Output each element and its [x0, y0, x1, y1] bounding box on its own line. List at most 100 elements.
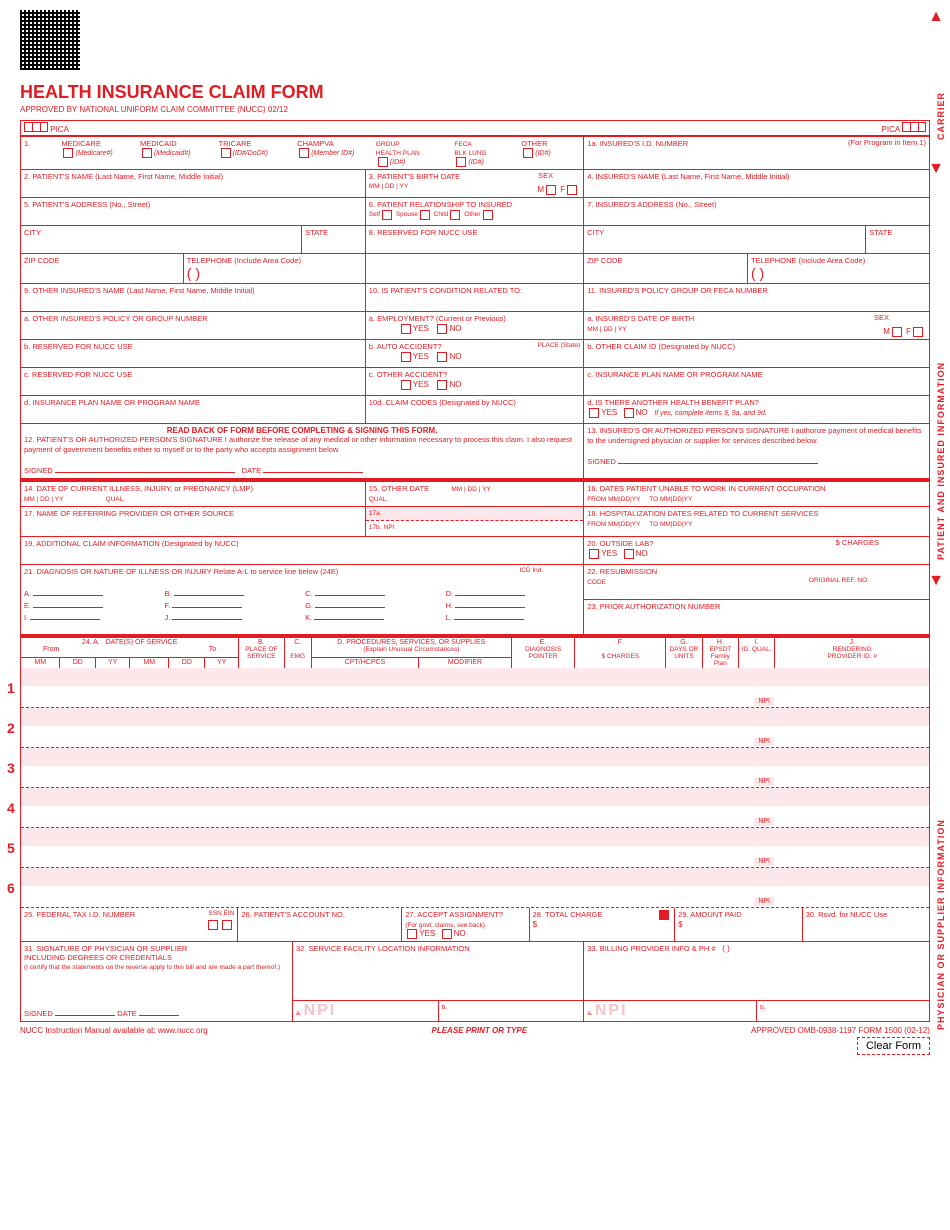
diag-F[interactable]: F.: [165, 598, 300, 610]
box-18[interactable]: 18. HOSPITALIZATION DATES RELATED TO CUR…: [584, 507, 930, 537]
clear-form-button[interactable]: Clear Form: [857, 1037, 930, 1055]
outlab-no[interactable]: [624, 549, 634, 559]
box-9d[interactable]: d. INSURANCE PLAN NAME OR PROGRAM NAME: [20, 396, 366, 424]
box-9[interactable]: 9. OTHER INSURED'S NAME (Last Name, Firs…: [20, 284, 366, 312]
box-10d[interactable]: 10d. CLAIM CODES (Designated by NUCC): [366, 396, 584, 424]
box-11[interactable]: 11. INSURED'S POLICY GROUP OR FECA NUMBE…: [584, 284, 930, 312]
diag-H[interactable]: H.: [446, 598, 581, 610]
box-5-state[interactable]: STATE: [302, 226, 366, 254]
diag-A[interactable]: A.: [24, 586, 159, 598]
otheracc-no[interactable]: [437, 380, 447, 390]
footer-right: APPROVED OMB-0938-1197 FORM 1500 (02-12): [751, 1026, 930, 1035]
box-26[interactable]: 26. PATIENT'S ACCOUNT NO.: [238, 908, 402, 941]
box-13[interactable]: 13. INSURED'S OR AUTHORIZED PERSON'S SIG…: [584, 424, 930, 479]
box-9a[interactable]: a. OTHER INSURED'S POLICY OR GROUP NUMBE…: [20, 312, 366, 340]
service-line-5[interactable]: 5NPI: [20, 828, 930, 868]
box-5-city[interactable]: CITY: [20, 226, 302, 254]
box-23[interactable]: 23. PRIOR AUTHORIZATION NUMBER: [584, 600, 930, 635]
box-7-city[interactable]: CITY: [584, 226, 866, 254]
service-line-4[interactable]: 4NPI: [20, 788, 930, 828]
diag-I[interactable]: I.: [24, 610, 159, 622]
box-12[interactable]: READ BACK OF FORM BEFORE COMPLETING & SI…: [20, 424, 584, 479]
diag-K[interactable]: K.: [305, 610, 440, 622]
form-title: HEALTH INSURANCE CLAIM FORM: [20, 82, 930, 103]
approved-line: APPROVED BY NATIONAL UNIFORM CLAIM COMMI…: [20, 105, 930, 114]
outlab-yes[interactable]: [589, 549, 599, 559]
rel-spouse[interactable]: [420, 210, 430, 220]
sex-m-check[interactable]: [546, 185, 556, 195]
rel-other[interactable]: [483, 210, 493, 220]
ins-sex-m[interactable]: [892, 327, 902, 337]
tricare-check[interactable]: [221, 148, 231, 158]
box-17ab[interactable]: 17a. 17b. NPI: [366, 507, 584, 537]
box-17[interactable]: 17. NAME OF REFERRING PROVIDER OR OTHER …: [20, 507, 366, 537]
diag-E[interactable]: E.: [24, 598, 159, 610]
rel-child[interactable]: [450, 210, 460, 220]
box-4[interactable]: 4. INSURED'S NAME (Last Name, First Name…: [584, 170, 930, 198]
box-9c: c. RESERVED FOR NUCC USE: [20, 368, 366, 396]
box-5-phone[interactable]: TELEPHONE (Include Area Code)( ): [184, 254, 366, 284]
sex-f-check[interactable]: [567, 185, 577, 195]
grouphealth-check[interactable]: [378, 157, 388, 167]
ssn-check[interactable]: [208, 920, 218, 930]
auto-yes[interactable]: [401, 352, 411, 362]
box-2[interactable]: 2. PATIENT'S NAME (Last Name, First Name…: [20, 170, 366, 198]
box-7-phone[interactable]: TELEPHONE (Include Area Code)( ): [748, 254, 930, 284]
auto-no[interactable]: [437, 352, 447, 362]
service-line-2[interactable]: 2NPI: [20, 708, 930, 748]
box-32[interactable]: 32. SERVICE FACILITY LOCATION INFORMATIO…: [293, 942, 584, 1022]
box-7-state[interactable]: STATE: [866, 226, 930, 254]
patient-vtext: PATIENT AND INSURED INFORMATION: [936, 260, 946, 560]
box-28[interactable]: 28. TOTAL CHARGE $: [530, 908, 676, 941]
medicare-check[interactable]: [63, 148, 73, 158]
box-10c: c. OTHER ACCIDENT?YES NO: [366, 368, 584, 396]
other-check[interactable]: [523, 148, 533, 158]
diag-B[interactable]: B.: [165, 586, 300, 598]
benefit-no[interactable]: [624, 408, 634, 418]
accept-yes[interactable]: [407, 929, 417, 939]
pica-right: PICA: [882, 125, 900, 134]
box-3[interactable]: 3. PATIENT'S BIRTH DATE SEX MM | DD | YY…: [366, 170, 584, 198]
box-25[interactable]: 25. FEDERAL TAX I.D. NUMBER SSN EIN: [20, 908, 238, 941]
diag-D[interactable]: D.: [446, 586, 581, 598]
box-7[interactable]: 7. INSURED'S ADDRESS (No., Street): [584, 198, 930, 226]
box-15[interactable]: 15. OTHER DATE MM | DD | YY QUAL.: [366, 479, 584, 507]
box-11a[interactable]: a. INSURED'S DATE OF BIRTH SEX MM | DD |…: [584, 312, 930, 340]
otheracc-yes[interactable]: [401, 380, 411, 390]
box-11c[interactable]: c. INSURANCE PLAN NAME OR PROGRAM NAME: [584, 368, 930, 396]
box-19[interactable]: 19. ADDITIONAL CLAIM INFORMATION (Design…: [20, 537, 584, 565]
emp-yes[interactable]: [401, 324, 411, 334]
box-33[interactable]: 33. BILLING PROVIDER INFO & PH # ( ) a. …: [584, 942, 930, 1022]
box-14[interactable]: 14. DATE OF CURRENT ILLNESS, INJURY, or …: [20, 479, 366, 507]
box-11b[interactable]: b. OTHER CLAIM ID (Designated by NUCC): [584, 340, 930, 368]
box-27: 27. ACCEPT ASSIGNMENT?(For govt. claims,…: [402, 908, 529, 941]
diag-L[interactable]: L.: [446, 610, 581, 622]
box-22[interactable]: 22. RESUBMISSION CODE ORIGINAL REF. NO.: [584, 565, 930, 600]
diag-G[interactable]: G.: [305, 598, 440, 610]
ein-check[interactable]: [222, 920, 232, 930]
box-31[interactable]: 31. SIGNATURE OF PHYSICIAN OR SUPPLIER I…: [20, 942, 293, 1022]
diag-C[interactable]: C.: [305, 586, 440, 598]
feca-check[interactable]: [456, 157, 466, 167]
ins-sex-f[interactable]: [913, 327, 923, 337]
accept-no[interactable]: [442, 929, 452, 939]
box-5-zip[interactable]: ZIP CODE: [20, 254, 184, 284]
service-line-1[interactable]: 1NPI: [20, 668, 930, 708]
champva-check[interactable]: [299, 148, 309, 158]
rel-self[interactable]: [382, 210, 392, 220]
box-10a: a. EMPLOYMENT? (Current or Previous)YES …: [366, 312, 584, 340]
box-8-cont: [366, 254, 584, 284]
box-16[interactable]: 16. DATES PATIENT UNABLE TO WORK IN CURR…: [584, 479, 930, 507]
box-29[interactable]: 29. AMOUNT PAID$: [675, 908, 802, 941]
benefit-yes[interactable]: [589, 408, 599, 418]
service-line-6[interactable]: 6NPI: [20, 868, 930, 908]
diag-J[interactable]: J.: [165, 610, 300, 622]
box-1a[interactable]: 1a. INSURED'S I.D. NUMBER (For Program i…: [584, 136, 930, 170]
box-7-zip[interactable]: ZIP CODE: [584, 254, 748, 284]
footer-left: NUCC Instruction Manual available at: ww…: [20, 1026, 208, 1035]
box-21[interactable]: 21. DIAGNOSIS OR NATURE OF ILLNESS OR IN…: [20, 565, 584, 635]
box-5[interactable]: 5. PATIENT'S ADDRESS (No., Street): [20, 198, 366, 226]
service-line-3[interactable]: 3NPI: [20, 748, 930, 788]
emp-no[interactable]: [437, 324, 447, 334]
medicaid-check[interactable]: [142, 148, 152, 158]
